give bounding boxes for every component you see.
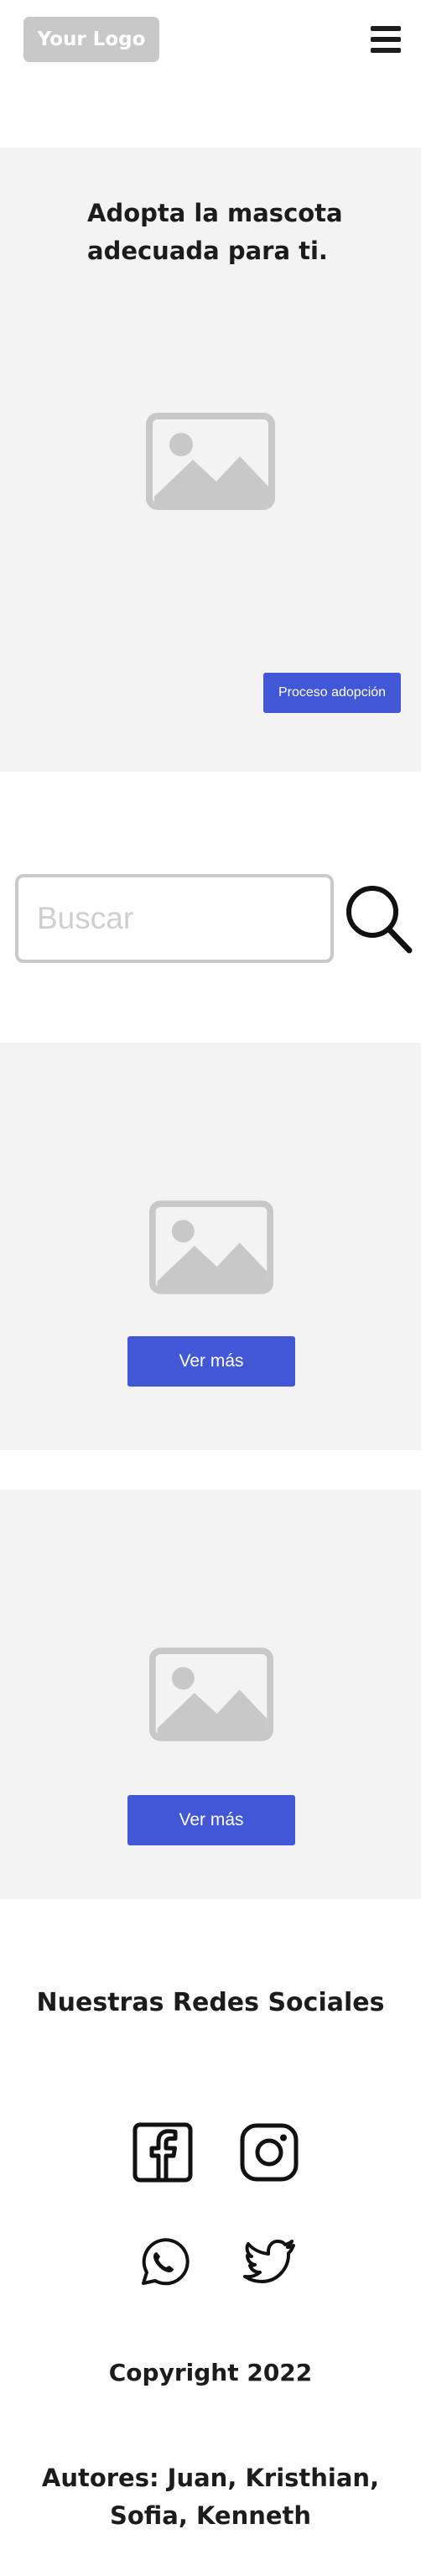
menu-bar [371, 37, 401, 42]
search-input[interactable] [15, 874, 334, 963]
hero-section: Adopta la mascota adecuada para ti. Proc… [0, 148, 421, 772]
social-title: Nuestras Redes Sociales [36, 1988, 385, 2017]
logo[interactable]: Your Logo [23, 17, 159, 62]
adoption-process-button[interactable]: Proceso adopción [263, 673, 401, 713]
menu-bar [371, 26, 401, 31]
image-placeholder-icon [149, 1647, 273, 1741]
image-placeholder-icon [146, 413, 275, 510]
instagram-icon[interactable] [239, 2122, 299, 2183]
hamburger-menu-icon[interactable] [371, 26, 401, 53]
hero-title: Adopta la mascota adecuada para ti. [87, 199, 343, 265]
pet-card: Ver más [0, 1043, 421, 1450]
site-header: Your Logo [0, 0, 426, 77]
authors-text: Autores: Juan, Kristhian, Sofia, Kenneth [41, 2464, 380, 2530]
see-more-button[interactable]: Ver más [127, 1336, 295, 1387]
copyright-text: Copyright 2022 [108, 2359, 313, 2386]
facebook-icon[interactable] [132, 2122, 193, 2183]
see-more-button[interactable]: Ver más [127, 1795, 295, 1845]
image-placeholder-icon [149, 1200, 273, 1294]
pet-card: Ver más [0, 1490, 421, 1899]
magnifier-icon[interactable] [344, 883, 413, 954]
twitter-icon[interactable] [240, 2235, 297, 2289]
whatsapp-icon[interactable] [137, 2235, 190, 2289]
menu-bar [371, 48, 401, 53]
